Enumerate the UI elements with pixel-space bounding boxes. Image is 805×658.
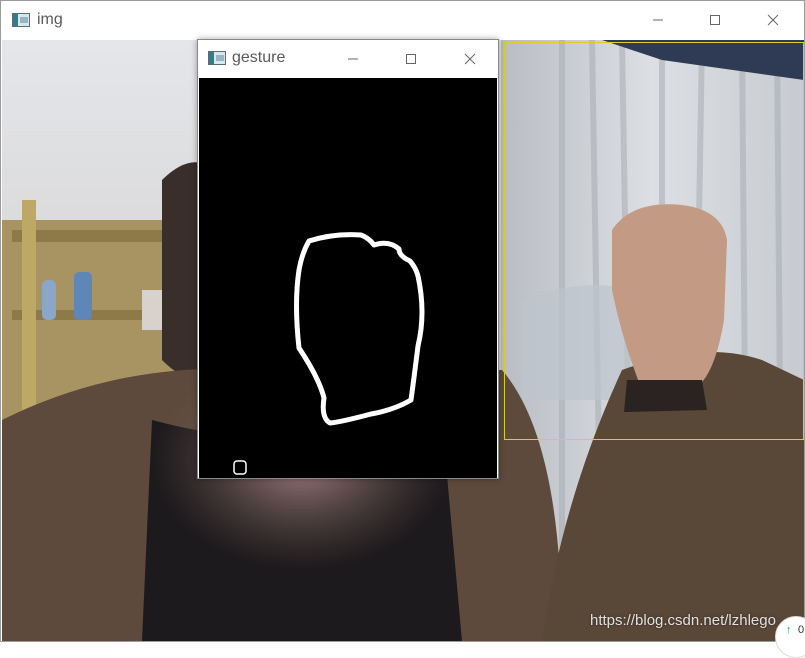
maximize-icon bbox=[406, 54, 416, 64]
opencv-window-icon bbox=[208, 51, 226, 65]
maximize-icon bbox=[710, 15, 720, 25]
noise-blob bbox=[233, 460, 247, 475]
maximize-button[interactable] bbox=[692, 5, 738, 35]
close-button[interactable] bbox=[750, 5, 796, 35]
hand-contour-canvas bbox=[233, 232, 425, 475]
close-icon bbox=[464, 53, 476, 65]
minimize-icon bbox=[348, 58, 358, 60]
maximize-button[interactable] bbox=[388, 44, 434, 74]
up-arrow-icon: ↑ bbox=[786, 624, 792, 636]
opencv-window-icon bbox=[12, 13, 30, 27]
gesture-titlebar[interactable]: gesture bbox=[198, 40, 498, 78]
minimize-icon bbox=[653, 19, 663, 21]
gesture-mask bbox=[199, 78, 497, 478]
minimize-button[interactable] bbox=[330, 44, 376, 74]
csdn-watermark: https://blog.csdn.net/lzhlego bbox=[590, 612, 776, 629]
badge-count: 0 bbox=[798, 624, 805, 636]
window-title: img bbox=[37, 11, 63, 28]
window-title: gesture bbox=[232, 49, 286, 66]
hand-contour bbox=[294, 232, 425, 426]
gesture-window: gesture bbox=[197, 39, 499, 479]
minimize-button[interactable] bbox=[635, 5, 681, 35]
roi-bounding-box bbox=[504, 42, 804, 440]
close-icon bbox=[767, 14, 779, 26]
corner-badge[interactable] bbox=[775, 616, 805, 658]
img-titlebar[interactable]: img bbox=[1, 1, 804, 39]
close-button[interactable] bbox=[447, 44, 493, 74]
